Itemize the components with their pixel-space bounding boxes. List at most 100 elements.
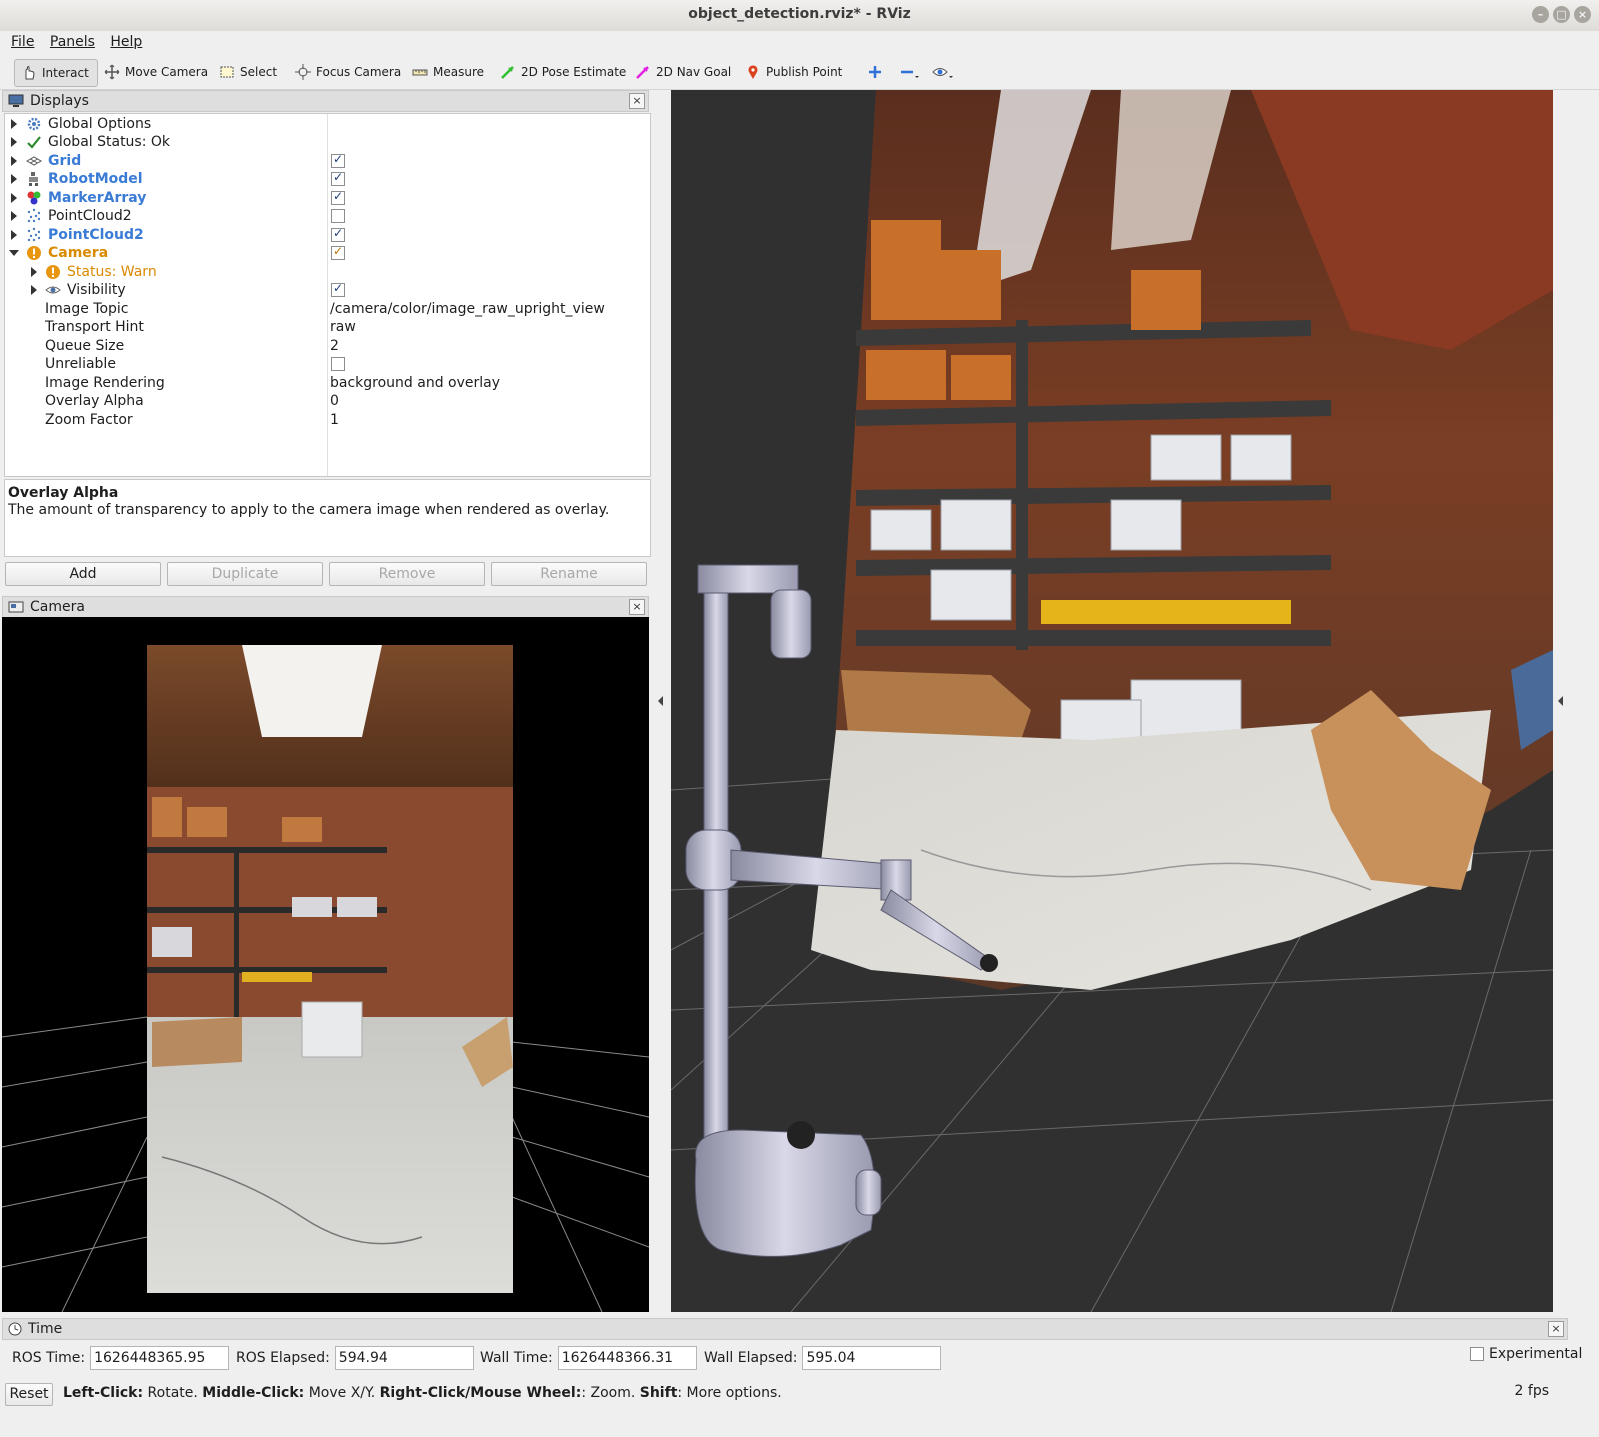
- hint-right-click-desc: : Zoom.: [581, 1385, 640, 1401]
- menu-file[interactable]: File: [11, 34, 34, 50]
- 3d-render-view[interactable]: [671, 90, 1553, 1312]
- displays-tree: Global Options Global Status: Ok Grid Ro…: [4, 113, 651, 477]
- splitter-left[interactable]: [651, 90, 669, 1312]
- tree-row-camera-status[interactable]: Status: Warn: [5, 263, 650, 282]
- pointcloud2-b-checkbox[interactable]: [331, 226, 345, 242]
- tree-label: RobotModel: [48, 171, 143, 187]
- monitor-icon: [8, 94, 24, 107]
- ros-elapsed-value[interactable]: 594.94: [334, 1346, 474, 1370]
- plus-icon: [869, 66, 881, 78]
- camera-scene: [2, 645, 649, 1312]
- camera-checkbox[interactable]: [331, 244, 345, 260]
- tree-label: MarkerArray: [48, 190, 147, 206]
- tree-label: Global Status: Ok: [48, 134, 171, 150]
- prop-value[interactable]: /camera/color/image_raw_upright_view: [330, 301, 605, 317]
- tree-row-grid[interactable]: Grid: [5, 152, 650, 171]
- pointcloud2-a-checkbox[interactable]: [331, 209, 345, 223]
- move-camera-label: Move Camera: [125, 65, 209, 79]
- reset-button[interactable]: Reset: [5, 1383, 53, 1406]
- time-panel-title: Time: [28, 1321, 63, 1337]
- ros-time-label: ROS Time:: [12, 1350, 86, 1366]
- pose-estimate-button[interactable]: 2D Pose Estimate: [494, 59, 632, 85]
- prop-label: Zoom Factor: [45, 412, 133, 428]
- warning-icon: [27, 246, 41, 260]
- unreliable-checkbox[interactable]: [331, 357, 345, 371]
- minimize-icon[interactable]: –: [1532, 6, 1549, 23]
- toolbar: Interact Move Camera Select Focus Camera…: [0, 55, 1599, 90]
- select-button[interactable]: Select: [213, 59, 283, 85]
- tree-label: PointCloud2: [48, 208, 132, 224]
- experimental-field: Experimental: [1470, 1346, 1582, 1362]
- gear-icon: [27, 117, 41, 131]
- close-panel-icon[interactable]: ×: [1548, 1321, 1564, 1337]
- prop-zoom-factor[interactable]: Zoom Factor 1: [5, 411, 650, 430]
- publish-point-button[interactable]: Publish Point: [739, 59, 848, 85]
- tree-row-pointcloud2-a[interactable]: PointCloud2: [5, 207, 650, 226]
- wall-elapsed-value[interactable]: 595.04: [802, 1346, 942, 1370]
- wall-elapsed-field: Wall Elapsed: 595.04: [704, 1346, 942, 1370]
- camera-image-view[interactable]: [2, 617, 649, 1312]
- close-icon[interactable]: ×: [1574, 6, 1591, 23]
- markerarray-checkbox[interactable]: [331, 189, 345, 205]
- move-camera-button[interactable]: Move Camera: [98, 59, 214, 85]
- prop-value[interactable]: 2: [330, 338, 339, 354]
- measure-button[interactable]: Measure: [406, 59, 490, 85]
- remove-button[interactable]: Remove: [329, 562, 485, 586]
- prop-value[interactable]: 0: [330, 393, 339, 409]
- view-panels-button[interactable]: [926, 59, 960, 85]
- add-tool-button[interactable]: [862, 59, 888, 85]
- tree-row-pointcloud2-b[interactable]: PointCloud2: [5, 226, 650, 245]
- tree-row-global-options[interactable]: Global Options: [5, 115, 650, 134]
- 3d-scene: [671, 90, 1553, 1312]
- tree-row-camera[interactable]: Camera: [5, 244, 650, 263]
- close-panel-icon[interactable]: ×: [629, 93, 645, 109]
- hint-left-click: Left-Click:: [63, 1385, 144, 1401]
- prop-value[interactable]: 1: [330, 412, 339, 428]
- interact-button[interactable]: Interact: [14, 59, 98, 87]
- status-bar: Reset Left-Click: Rotate. Middle-Click: …: [0, 1381, 1599, 1407]
- tree-row-robotmodel[interactable]: RobotModel: [5, 170, 650, 189]
- duplicate-button[interactable]: Duplicate: [167, 562, 323, 586]
- nav-goal-button[interactable]: 2D Nav Goal: [629, 59, 737, 85]
- prop-label: Transport Hint: [45, 319, 144, 335]
- focus-camera-button[interactable]: Focus Camera: [289, 59, 407, 85]
- prop-value[interactable]: background and overlay: [330, 375, 500, 391]
- pointcloud-icon: [27, 227, 41, 242]
- hand-icon: [25, 66, 35, 80]
- wall-time-value[interactable]: 1626448366.31: [557, 1346, 697, 1370]
- menu-help[interactable]: Help: [110, 34, 142, 50]
- ros-time-value[interactable]: 1626448365.95: [90, 1346, 230, 1370]
- remove-tool-button[interactable]: [894, 59, 926, 85]
- close-panel-icon[interactable]: ×: [629, 599, 645, 615]
- menu-panels[interactable]: Panels: [50, 34, 95, 50]
- green-arrow-icon: [501, 66, 514, 79]
- check-icon: [27, 136, 41, 149]
- experimental-checkbox[interactable]: [1470, 1347, 1484, 1361]
- prop-overlay-alpha[interactable]: Overlay Alpha 0: [5, 392, 650, 411]
- visibility-checkbox[interactable]: [331, 281, 345, 297]
- description-text: The amount of transparency to apply to t…: [8, 502, 610, 518]
- rename-button[interactable]: Rename: [491, 562, 647, 586]
- tree-label: Grid: [48, 153, 82, 169]
- tree-row-visibility[interactable]: Visibility: [5, 281, 650, 300]
- tree-row-global-status[interactable]: Global Status: Ok: [5, 133, 650, 152]
- ros-elapsed-field: ROS Elapsed: 594.94: [236, 1346, 474, 1370]
- prop-label: Overlay Alpha: [45, 393, 144, 409]
- prop-transport-hint[interactable]: Transport Hint raw: [5, 318, 650, 337]
- prop-unreliable[interactable]: Unreliable: [5, 355, 650, 374]
- robotmodel-checkbox[interactable]: [331, 170, 345, 186]
- camera-panel-icon: [8, 601, 24, 613]
- splitter-right[interactable]: [1553, 90, 1568, 1312]
- tree-row-markerarray[interactable]: MarkerArray: [5, 189, 650, 208]
- prop-queue-size[interactable]: Queue Size 2: [5, 337, 650, 356]
- displays-panel-header: Displays ×: [2, 90, 649, 112]
- add-button[interactable]: Add: [5, 562, 161, 586]
- grid-checkbox[interactable]: [331, 152, 345, 168]
- prop-image-topic[interactable]: Image Topic /camera/color/image_raw_upri…: [5, 300, 650, 319]
- experimental-label: Experimental: [1489, 1346, 1583, 1362]
- prop-value[interactable]: raw: [330, 319, 356, 335]
- ros-time-field: ROS Time: 1626448365.95: [12, 1346, 230, 1370]
- prop-image-rendering[interactable]: Image Rendering background and overlay: [5, 374, 650, 393]
- maximize-icon[interactable]: □: [1553, 6, 1570, 23]
- select-icon: [220, 66, 234, 78]
